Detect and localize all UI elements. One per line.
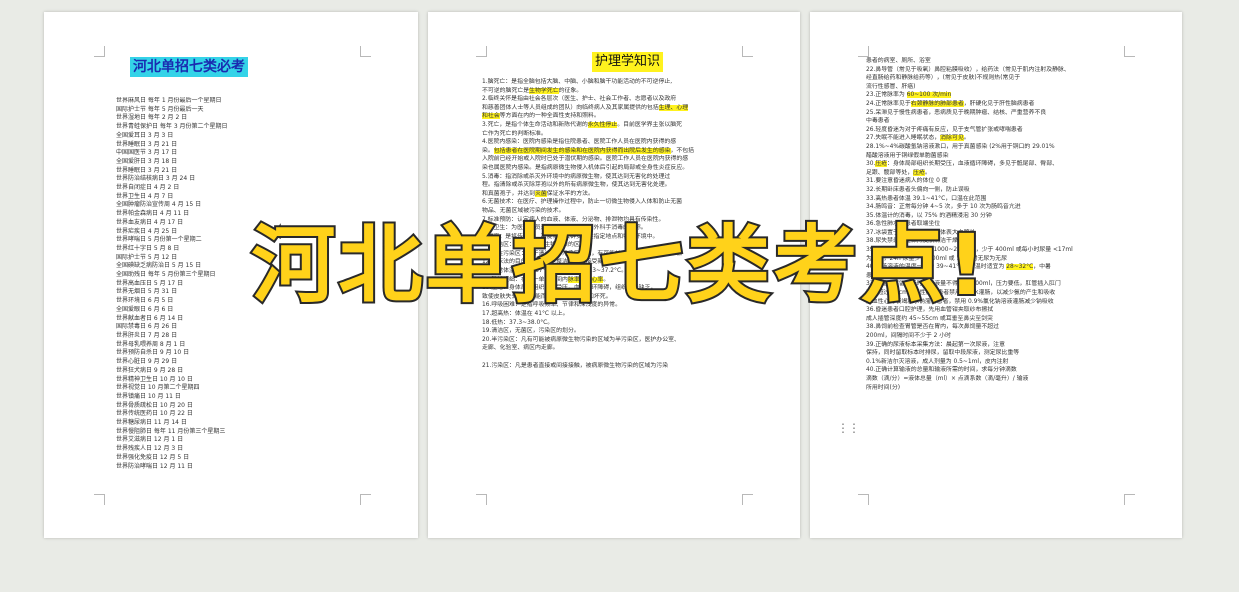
text-line: 世界糖尿病日 11 月 14 日	[116, 419, 187, 427]
text-line: 世界艾滋病日 12 月 1 日	[116, 436, 184, 444]
overlay-headline: 河北单招七类考点!	[249, 214, 989, 316]
highlighted-text: 灭菌	[535, 190, 547, 197]
text-line: 世界传统医药日 10 月 22 日	[116, 410, 193, 418]
text-line: 25.呆滞见于慢性病患者，恶病质见于晚期肿瘤、结核、严重营养不良	[866, 109, 1047, 116]
text-line: 26.轻度昏迷为对于疼痛有反应，见于支气管扩张或哮喘患者	[866, 126, 1023, 133]
margin-mark	[360, 46, 371, 57]
text-line: 所用时间(分)	[866, 384, 901, 391]
margin-mark	[94, 46, 105, 57]
page-title: 河北单招七类必考	[130, 57, 248, 77]
text-line: 5.消毒：指消除或杀灭外环境中的病原微生物，使其达到无害化的处理过	[482, 173, 671, 180]
text-line: 世界狂犬病日 9 月 28 日	[116, 366, 184, 374]
highlighted-text: 和社会	[482, 113, 500, 120]
text-line: 和真菌孢子，并达到灭菌保证水平的方法。	[482, 190, 594, 197]
text-line: 不可逆的脑死亡是生物学死亡的征象。	[482, 87, 583, 94]
margin-mark	[476, 46, 487, 57]
text-line: 200ml，间隔时间不少于 2 小时	[866, 333, 952, 339]
highlighted-text: 永久性停止	[587, 121, 618, 128]
text-line: 33.高热患者体温 39.1~41°C，口温在此范围	[866, 195, 987, 202]
highlighted-text: 右颈静脉的肺部患者	[910, 100, 964, 107]
text-line: 和慈善团体人士等人员组成的团队）向临终病人及其家属提供的包括生理、心理	[482, 104, 689, 111]
text-line: 和社会等方面在内的一种全面性支持和照料。	[482, 113, 600, 120]
text-line	[482, 353, 782, 362]
text-line: 染也属医院内感染。是指病原微生物侵入机体后引起的局部或全身性炎症反应。	[482, 164, 689, 171]
text-line: 世界自闭症日 4 月 2 日	[116, 184, 180, 192]
text-line: 亡作为死亡的判断标准。	[482, 130, 547, 137]
text-line: 30.压疮：身体局部组织长期受压，血液循环障碍，多见于骶尾部、臀部、	[866, 161, 1058, 168]
highlighted-text: 生物学死亡	[529, 87, 559, 94]
highlighted-text: 压疮	[913, 169, 925, 176]
highlighted-text: 压疮	[875, 161, 888, 168]
text-line: 世界残疾人日 12 月 3 日	[116, 445, 184, 453]
text-line: 27.失眠不能进入睡眠状态，消除可见。	[866, 135, 970, 142]
text-line: 世界骨质疏松日 10 月 20 日	[116, 401, 193, 409]
text-line: 19.清洁区，无菌区，污染区的划分。	[482, 328, 580, 335]
text-line: 世界湿地日 每年 2 月 2 日	[116, 114, 188, 122]
text-line: 程。指清除或杀灭除芽孢以外的所有病原微生物，使其达到无害化处理。	[482, 182, 671, 189]
text-line: 患者的病室、厕所、浴室	[866, 58, 931, 64]
drag-handle-icon[interactable]: ⋮⋮	[837, 422, 860, 434]
text-line: 全国爱肝日 3 月 18 日	[116, 157, 178, 165]
highlighted-text: 包括患者在医院期间发生的感染和在医院内获得而出院后发生的感染	[493, 147, 671, 154]
text-line: 世界防治结核病日 3 月 24 日	[116, 175, 196, 183]
text-line: 4.医院内感染：医院内感染是指住院患者、医院工作人员在医院内获得的感	[482, 139, 677, 146]
text-line: 32.长期卧床患者头偏向一侧，防止误吸	[866, 186, 970, 193]
text-line: 流行性感冒、肝癌)	[866, 83, 916, 90]
text-line: 世界睡眠日 3 月 21 日	[116, 140, 178, 148]
text-line: 3.死亡，是指个体生命活动和新陈代谢的永久性停止。目前医学界主张以脑死	[482, 121, 683, 128]
text-line: 1.脑死亡：是指全脑包括大脑、中脑、小脑和脑干功能活动的不可逆停止,	[482, 79, 673, 85]
highlighted-text: 60~100 次/min	[906, 92, 952, 99]
highlighted-text: 生理、心理	[658, 104, 689, 111]
text-line: 醋酸溶液用于铜绿假单胞菌感染	[866, 152, 949, 159]
text-line: 24.正常脉率见于右颈静脉的肺部患者，肝硬化见于肝性脑病患者	[866, 100, 1035, 107]
margin-mark	[742, 46, 753, 57]
text-line: 世界精神卫生日 10 月 10 日	[116, 375, 193, 383]
text-line: 世界防治哮喘日 12 月 11 日	[116, 462, 193, 470]
text-line: 23.正常脉率为 60~100 次/min	[866, 92, 952, 99]
text-line: 世界麻风日 每年 1 月份最后一个星期日	[116, 97, 222, 104]
text-line: 21.污染区：凡是患者直接或间接接触，被病原微生物污染的区域为污染	[482, 362, 669, 369]
text-line: 世界预防自杀日 9 月 10 日	[116, 349, 190, 357]
margin-mark	[742, 494, 753, 505]
text-line: 世界青蛙保护日 每年 3 月份第二个星期日	[116, 123, 228, 131]
margin-mark	[1124, 494, 1135, 505]
margin-mark	[360, 494, 371, 505]
margin-mark	[1124, 46, 1135, 57]
margin-mark	[858, 46, 869, 57]
text-line: 世界心脏日 9 月 29 日	[116, 358, 178, 366]
text-line: 世界视觉日 10 月第二个星期四	[116, 384, 200, 392]
text-line: 31.要注意昏迷病人的体位 0 度	[866, 178, 948, 185]
text-line: 世界强化免疫日 12 月 5 日	[116, 453, 190, 461]
text-line: 中毒患者	[866, 118, 890, 125]
text-line: 39.正确的尿液标本采集方法：晨起第一次尿液，注意	[866, 341, 1005, 348]
text-line: 2.临终关怀是指由社会各层次（医生、护士、社会工作者、志愿者以及政府	[482, 96, 677, 103]
page-title: 护理学知识	[592, 52, 664, 72]
text-line: 中国国医节 3 月 17 日	[116, 149, 178, 157]
text-line: 20.半污染区：凡有可能被病原微生物污染的区域为半污染区，医护办公室、	[482, 336, 680, 343]
text-line: 0.1%新洁尔灭溶液，成人剂量为 0.5~1ml，皮内注射	[866, 358, 1009, 365]
text-line: 全国爱耳日 3 月 3 日	[116, 131, 174, 139]
margin-mark	[476, 494, 487, 505]
margin-mark	[858, 494, 869, 505]
margin-mark	[94, 494, 105, 505]
text-line: 经直肠给药和静脉给药等），(常见于皮肤)不规则热(常见于	[866, 75, 1021, 82]
text-line: 染。包括患者在医院期间发生的感染和在医院内获得而出院后发生的感染，不包括	[482, 147, 695, 154]
text-line: 28.1%~4%碳酸氢钠溶液漱口，用于真菌感染 (2%用于铜口的 29.01%	[866, 143, 1055, 150]
text-line: 保持，同时留取标本时排尿，留取中段尿液，测定尿比重等	[866, 350, 1020, 357]
highlighted-text: 消除可见	[940, 135, 964, 142]
text-line: 走廊、化验室、病区内走廊。	[482, 345, 559, 352]
text-line: 世界肝炎日 7 月 28 日	[116, 331, 178, 339]
text-line: 足跟、髋部等处，压疮。	[866, 169, 931, 176]
text-line: 40.正确计算输液的总量和输液所需的时间，求每分钟滴数	[866, 367, 1017, 374]
text-line: 滴数（滴/分）=液体总量（ml）× 点滴系数（滴/毫升）/ 输液	[866, 375, 1029, 382]
text-line: 22.鼻导管（常见于吸氧）鼻腔粘膜吸收），给药法（常见于肌内注射及静脉、	[866, 66, 1070, 73]
text-line: 入院前已经开始或入院时已处于潜伏期的感染。医院工作人员在医院内获得的感	[482, 156, 689, 163]
text-line: 世界镇痛日 10 月 11 日	[116, 392, 181, 400]
